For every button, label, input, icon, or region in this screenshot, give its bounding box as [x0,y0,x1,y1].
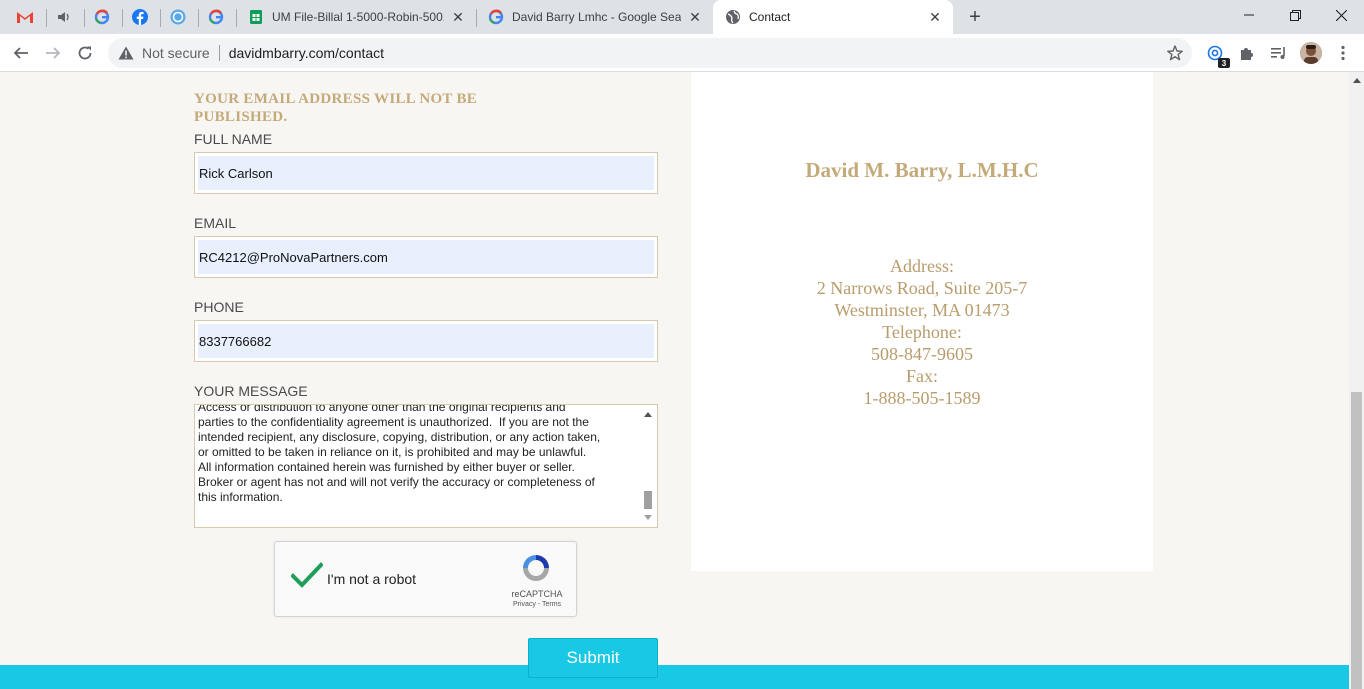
email-label: EMAIL [194,215,237,231]
back-button[interactable] [6,38,36,68]
new-tab-button[interactable]: + [962,5,988,29]
extension-at-button[interactable]: 3 [1204,42,1230,68]
email-input[interactable] [198,240,654,274]
checkmark-icon[interactable] [291,562,323,590]
message-scroll-thumb[interactable] [644,491,652,509]
message-text[interactable]: Access or distribution to anyone other t… [198,405,638,505]
tab-title: UM File-Billal 1-5000-Robin-5001 [272,10,444,24]
pinned-tab-gmail[interactable] [6,0,44,34]
message-scrollbar[interactable] [641,407,655,525]
google-icon [488,9,504,25]
restore-button[interactable] [1272,0,1318,30]
footer-band [0,665,1349,689]
media-control-button[interactable] [1268,42,1290,64]
pinned-tab-circle[interactable] [159,0,197,34]
reload-icon [78,46,92,60]
omnibox-divider [218,45,220,61]
phone-field[interactable] [194,320,658,362]
globe-icon [726,10,740,24]
address-label: Address: [890,256,954,276]
close-icon[interactable]: ✕ [927,9,943,25]
scroll-down-arrow-icon[interactable] [641,511,655,525]
message-label: YOUR MESSAGE [194,383,308,399]
recaptcha-widget[interactable]: I'm not a robot reCAPTCHA Privacy - Term… [274,541,577,617]
submit-button[interactable]: Submit [528,638,658,678]
pinned-tab-google[interactable] [83,0,121,34]
phone-input[interactable] [198,324,654,358]
reload-button[interactable] [70,38,100,68]
page-viewport: YOUR EMAIL ADDRESS WILL NOT BE PUBLISHED… [0,72,1349,689]
fax-number: 1-888-505-1589 [863,388,981,408]
forward-button[interactable] [38,38,68,68]
recaptcha-logo-icon [523,555,549,581]
close-icon[interactable]: ✕ [450,9,466,25]
kebab-menu-icon [1341,45,1345,61]
restore-icon [1289,9,1301,21]
pinned-tab-facebook[interactable] [121,0,159,34]
close-icon[interactable]: ✕ [687,9,703,25]
tab-google-search[interactable]: David Barry Lmhc - Google Search ✕ [476,0,713,34]
recaptcha-brand: reCAPTCHA [511,589,563,599]
address-line-2: Westminster, MA 01473 [834,300,1010,320]
address-bar[interactable]: Not secure davidmbarry.com/contact [108,38,1192,68]
not-secure-label[interactable]: Not secure [142,45,210,61]
page-scrollbar[interactable] [1349,72,1364,689]
email-field[interactable] [194,236,658,278]
back-arrow-icon [13,47,28,59]
full-name-label: FULL NAME [194,131,273,147]
circle-b-icon [170,9,186,25]
gmail-icon [17,12,33,23]
email-privacy-notice: YOUR EMAIL ADDRESS WILL NOT BE PUBLISHED… [194,91,478,125]
full-name-input[interactable] [198,156,654,190]
tab-um-file[interactable]: UM File-Billal 1-5000-Robin-5001 ✕ [236,0,476,34]
page-scroll-thumb[interactable] [1351,392,1362,689]
tab-title: Contact [749,10,791,24]
pinned-tab-google-2[interactable] [197,0,235,34]
google-icon [208,9,224,25]
address-line-1: 2 Narrows Road, Suite 205-7 [816,278,1028,298]
tab-contact[interactable]: Contact ✕ [713,0,953,34]
recaptcha-privacy-terms-link[interactable]: Privacy - Terms [503,601,571,608]
contact-name: David M. Barry, L.M.H.C [805,158,1039,182]
browser-toolbar: Not secure davidmbarry.com/contact 3 [0,34,1364,72]
pinned-tab-audio[interactable] [45,0,83,34]
facebook-icon [132,9,148,25]
close-icon [1335,9,1347,21]
menu-button[interactable] [1332,42,1354,64]
telephone-number[interactable]: 508-847-9605 [691,343,1153,365]
puzzle-icon [1241,48,1253,60]
close-window-button[interactable] [1318,0,1364,30]
sheets-icon [250,10,262,24]
phone-label: PHONE [194,299,244,315]
profile-photo-icon [1300,42,1322,64]
bookmark-star-icon[interactable] [1166,44,1184,62]
page-scroll-up-icon[interactable] [1349,72,1364,87]
warning-icon[interactable] [118,45,134,61]
media-queue-icon [1271,47,1285,59]
full-name-field[interactable] [194,152,658,194]
fax-label: Fax: [905,366,938,386]
tab-title: David Barry Lmhc - Google Search [512,10,681,24]
speaker-icon [58,12,69,22]
minimize-icon [1244,14,1254,16]
url-text[interactable]: davidmbarry.com/contact [229,45,384,61]
telephone-label: Telephone: [882,322,962,342]
contact-details: Address: 2 Narrows Road, Suite 205-7 Wes… [691,255,1153,409]
forward-arrow-icon [46,47,61,59]
recaptcha-label[interactable]: I'm not a robot [327,571,416,587]
scroll-up-arrow-icon[interactable] [641,407,655,421]
extension-badge: 3 [1218,58,1230,68]
tab-strip: UM File-Billal 1-5000-Robin-5001 ✕ David… [0,0,1364,34]
extensions-button[interactable] [1236,42,1258,64]
minimize-button[interactable] [1226,0,1272,30]
message-textarea[interactable]: Access or distribution to anyone other t… [194,404,658,528]
google-icon [94,9,110,25]
profile-avatar[interactable] [1300,42,1322,64]
contact-info-card: David M. Barry, L.M.H.C Address: 2 Narro… [691,72,1153,571]
